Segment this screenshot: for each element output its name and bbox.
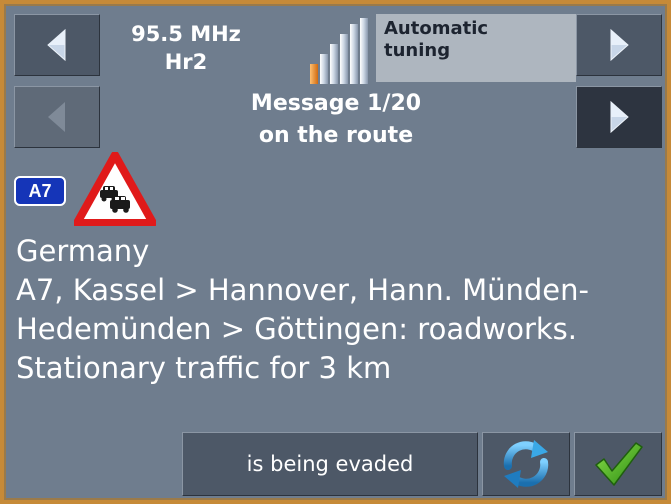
confirm-button[interactable]	[574, 432, 662, 496]
message-scope: on the route	[258, 123, 414, 148]
station-info: 95.5 MHz Hr2	[106, 20, 266, 76]
description-route-cont: Hedemünden > Göttingen: roadworks.	[16, 312, 577, 346]
signal-strength-icon	[310, 18, 368, 84]
frequency-label: 95.5 MHz	[131, 22, 241, 46]
refresh-button[interactable]	[482, 432, 570, 496]
arrow-right-icon	[610, 28, 629, 62]
evade-label: is being evaded	[246, 452, 414, 476]
traffic-jam-warning-icon	[74, 152, 156, 226]
description-detail: Stationary traffic for 3 km	[16, 351, 392, 385]
next-message-button[interactable]	[576, 86, 662, 148]
tuning-label-line1: Automatic	[384, 18, 489, 39]
evade-button[interactable]: is being evaded	[182, 432, 478, 496]
automatic-tuning-button[interactable]: Automatic tuning	[376, 14, 576, 82]
station-name: Hr2	[164, 50, 208, 74]
traffic-description: Germany A7, Kassel > Hannover, Hann. Mün…	[16, 232, 664, 388]
arrow-left-icon	[47, 28, 66, 62]
description-route: A7, Kassel > Hannover, Hann. Münden-	[16, 273, 589, 307]
traffic-message-screen: 95.5 MHz Hr2 Automatic tuning Message 1/…	[4, 4, 667, 500]
arrow-left-icon	[48, 102, 65, 132]
refresh-icon	[503, 440, 549, 488]
prev-station-button[interactable]	[14, 14, 100, 76]
road-number-badge: A7	[14, 176, 66, 206]
arrow-right-icon	[610, 100, 629, 134]
description-country: Germany	[16, 234, 150, 268]
message-index: Message 1/20	[250, 91, 422, 116]
next-station-button[interactable]	[576, 14, 662, 76]
prev-message-button[interactable]	[14, 86, 100, 148]
message-counter: Message 1/20 on the route	[186, 88, 486, 152]
checkmark-icon	[595, 442, 643, 486]
tuning-label-line2: tuning	[384, 40, 451, 61]
